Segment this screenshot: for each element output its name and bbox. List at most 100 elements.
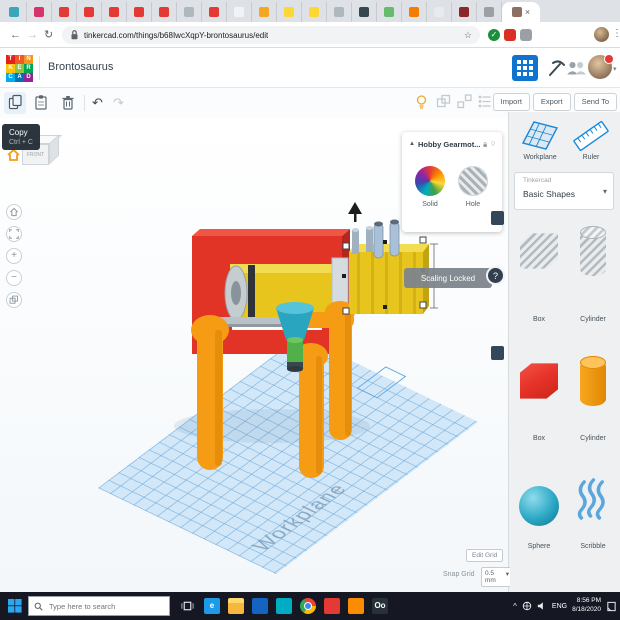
taskbar-app-file-explorer[interactable] bbox=[228, 598, 244, 614]
delete-button[interactable] bbox=[60, 94, 76, 111]
taskbar-app-app-dark[interactable]: Oo bbox=[372, 598, 388, 614]
shape-box-hole[interactable] bbox=[517, 230, 561, 294]
browser-tab[interactable] bbox=[277, 2, 302, 22]
zoom-out-button[interactable]: − bbox=[6, 270, 22, 286]
browser-tab[interactable] bbox=[102, 2, 127, 22]
browser-tab[interactable] bbox=[477, 2, 502, 22]
panel-collapse-icon[interactable]: ▲ bbox=[409, 141, 415, 147]
steel-peg-2[interactable] bbox=[366, 228, 373, 252]
browser-tab[interactable] bbox=[452, 2, 477, 22]
browser-tab[interactable] bbox=[152, 2, 177, 22]
browser-tab[interactable] bbox=[227, 2, 252, 22]
taskbar-app-edge[interactable]: e bbox=[204, 598, 220, 614]
taskbar-app-chrome[interactable] bbox=[300, 598, 316, 614]
fit-view-button[interactable] bbox=[6, 226, 22, 242]
ungroup-icon[interactable] bbox=[457, 94, 472, 109]
forward-icon[interactable]: → bbox=[27, 28, 38, 42]
shape-cylinder-hole[interactable] bbox=[571, 228, 615, 292]
browser-menu-icon[interactable]: ⋮ bbox=[612, 28, 620, 39]
undo-button[interactable]: ↶ bbox=[92, 94, 103, 112]
tab-close-icon[interactable]: × bbox=[525, 8, 530, 17]
redo-button[interactable]: ↷ bbox=[113, 94, 124, 112]
shape-sphere[interactable] bbox=[517, 478, 561, 542]
tinkercad-logo[interactable]: TINKERCAD bbox=[6, 55, 33, 82]
workplane-tool[interactable] bbox=[518, 112, 562, 152]
browser-tab-active[interactable]: × bbox=[502, 2, 540, 22]
browser-tab[interactable] bbox=[402, 2, 427, 22]
align-icon[interactable] bbox=[477, 94, 492, 109]
browser-tab[interactable] bbox=[302, 2, 327, 22]
design-title[interactable]: Brontosaurus bbox=[48, 61, 113, 73]
snap-grid-select[interactable]: 0.5 mm ▾ bbox=[481, 567, 510, 587]
perspective-toggle-button[interactable] bbox=[6, 292, 22, 308]
browser-tab[interactable] bbox=[252, 2, 277, 22]
move-up-arrow[interactable] bbox=[348, 202, 362, 214]
extension-gray-icon[interactable] bbox=[520, 29, 532, 41]
export-button[interactable]: Export bbox=[533, 93, 571, 111]
tray-chevron-icon[interactable]: ^ bbox=[513, 602, 517, 611]
solid-swatch[interactable] bbox=[415, 166, 445, 196]
extension-red-icon[interactable] bbox=[504, 29, 516, 41]
dashboard-grid-button[interactable] bbox=[512, 55, 538, 81]
browser-avatar[interactable] bbox=[594, 27, 609, 42]
back-icon[interactable]: ← bbox=[10, 28, 21, 42]
paste-button[interactable] bbox=[33, 94, 49, 111]
search-input[interactable] bbox=[47, 601, 161, 612]
lock-icon[interactable] bbox=[483, 139, 487, 150]
browser-tab[interactable] bbox=[327, 2, 352, 22]
taskbar-search[interactable] bbox=[28, 596, 170, 616]
taskbar-app-app-teal[interactable] bbox=[276, 598, 292, 614]
browser-tab[interactable] bbox=[202, 2, 227, 22]
send-to-button[interactable]: Send To bbox=[574, 93, 617, 111]
home-view-icon[interactable] bbox=[6, 148, 21, 162]
hole-swatch[interactable] bbox=[458, 166, 488, 196]
home-button[interactable] bbox=[6, 204, 22, 220]
speaker-icon[interactable] bbox=[537, 601, 547, 611]
gallery-people-icon[interactable] bbox=[566, 58, 586, 78]
taskbar-clock[interactable]: 8:56 PM 8/18/2020 bbox=[572, 597, 601, 615]
group-icon[interactable] bbox=[436, 94, 451, 109]
edit-grid-button[interactable]: Edit Grid bbox=[466, 549, 503, 562]
shape-box-solid[interactable] bbox=[517, 360, 561, 424]
shape-library-select[interactable]: Tinkercad Basic Shapes ▾ bbox=[514, 172, 614, 210]
shape-cylinder-solid[interactable] bbox=[571, 358, 615, 422]
start-button[interactable] bbox=[8, 599, 22, 613]
ruler-tool[interactable] bbox=[569, 112, 613, 152]
blue-tube-2[interactable] bbox=[390, 222, 399, 256]
browser-tab[interactable] bbox=[127, 2, 152, 22]
browser-tab[interactable] bbox=[52, 2, 77, 22]
browser-tab[interactable] bbox=[77, 2, 102, 22]
shape-scribble[interactable] bbox=[571, 474, 615, 538]
network-icon[interactable] bbox=[522, 601, 532, 611]
bookmark-star-icon[interactable]: ☆ bbox=[464, 30, 472, 41]
copy-button[interactable] bbox=[7, 94, 24, 111]
omnibox[interactable]: tinkercad.com/things/b68IwcXqpY-brontosa… bbox=[62, 26, 480, 44]
green-cylinder[interactable] bbox=[287, 340, 303, 364]
taskbar-app-app-red[interactable] bbox=[324, 598, 340, 614]
zoom-in-button[interactable]: + bbox=[6, 248, 22, 264]
show-all-bulb-icon[interactable] bbox=[414, 94, 429, 110]
task-view-icon[interactable] bbox=[180, 599, 195, 613]
import-button[interactable]: Import bbox=[493, 93, 530, 111]
shape-name[interactable]: Hobby Gearmot... bbox=[418, 140, 481, 149]
refresh-icon[interactable]: ↻ bbox=[44, 28, 53, 42]
taskbar-app-app-orange[interactable] bbox=[348, 598, 364, 614]
account-caret-icon[interactable]: ▾ bbox=[613, 65, 617, 73]
panel-scroll-marker-bottom[interactable] bbox=[491, 346, 504, 360]
blue-tube-1[interactable] bbox=[374, 224, 383, 258]
browser-tab[interactable] bbox=[377, 2, 402, 22]
browser-tab[interactable] bbox=[427, 2, 452, 22]
bulb-icon[interactable] bbox=[491, 138, 495, 150]
notification-center-icon[interactable] bbox=[606, 601, 617, 612]
browser-tab[interactable] bbox=[177, 2, 202, 22]
red-frame-top-face[interactable] bbox=[192, 229, 350, 236]
browser-tab[interactable] bbox=[352, 2, 377, 22]
viewport-canvas[interactable]: Workplane bbox=[0, 118, 510, 592]
steel-peg-1[interactable] bbox=[352, 230, 359, 254]
pickaxe-icon[interactable] bbox=[546, 58, 566, 78]
panel-scroll-marker-top[interactable] bbox=[491, 211, 504, 225]
browser-tab[interactable] bbox=[27, 2, 52, 22]
help-badge[interactable]: ? bbox=[486, 266, 505, 285]
taskbar-app-app-blue[interactable] bbox=[252, 598, 268, 614]
browser-tab[interactable] bbox=[2, 2, 27, 22]
